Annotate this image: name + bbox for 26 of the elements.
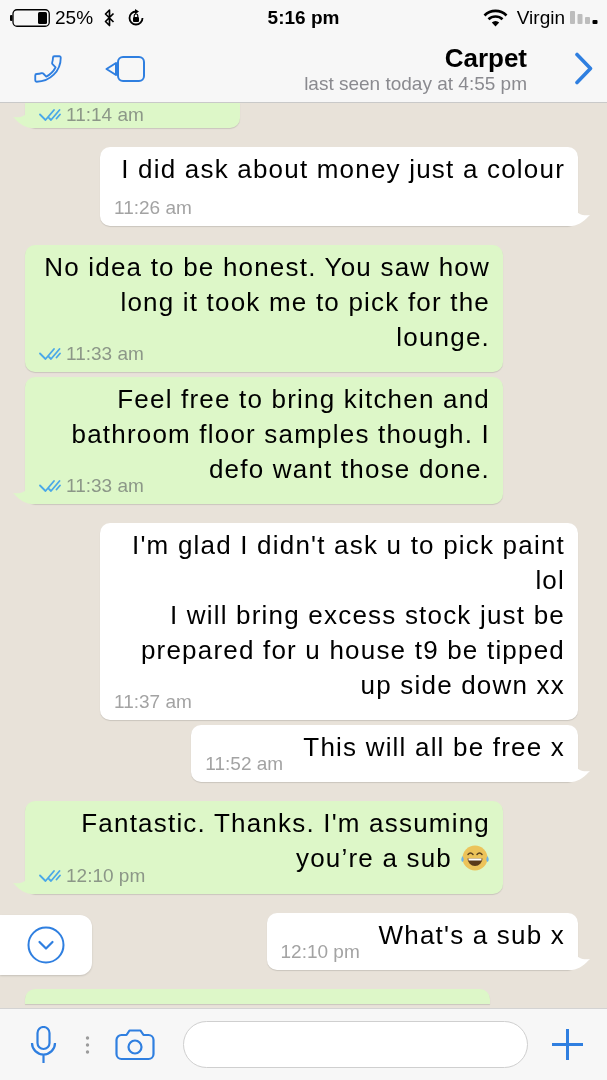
- message-input[interactable]: [183, 1021, 528, 1068]
- message-time: 11:14 am: [66, 105, 144, 125]
- carrier-name: Virgin: [516, 6, 565, 29]
- message-time: 11:52 am: [205, 754, 284, 774]
- battery-percentage: 25%: [55, 6, 94, 29]
- battery-icon: [10, 8, 50, 27]
- message-time: 12:10 pm: [280, 942, 360, 963]
- last-seen: last seen today at 4:55 pm: [304, 72, 527, 95]
- message-time: 11:26 am: [114, 198, 192, 218]
- scroll-down-button[interactable]: [0, 915, 92, 975]
- rotation-lock-icon: [127, 8, 146, 27]
- vertical-dots-icon: [85, 1035, 90, 1054]
- signal-icon: [570, 11, 598, 24]
- contact-name: Carpet: [444, 42, 527, 73]
- message-text: This will all be free x: [303, 732, 565, 762]
- message-text: I did ask about money just a colour: [121, 154, 565, 184]
- chevron-circle-icon: [27, 926, 65, 964]
- bluetooth-icon: [104, 7, 116, 28]
- camera-icon[interactable]: [115, 1028, 155, 1061]
- wifi-icon: [482, 8, 508, 27]
- back-chevron-icon[interactable]: [574, 52, 593, 85]
- video-camera-icon[interactable]: [105, 55, 145, 82]
- microphone-icon[interactable]: [30, 1025, 57, 1064]
- message-text: What's a sub x: [378, 920, 565, 951]
- plus-icon[interactable]: [550, 1027, 585, 1062]
- status-time: 5:16 pm: [267, 6, 340, 29]
